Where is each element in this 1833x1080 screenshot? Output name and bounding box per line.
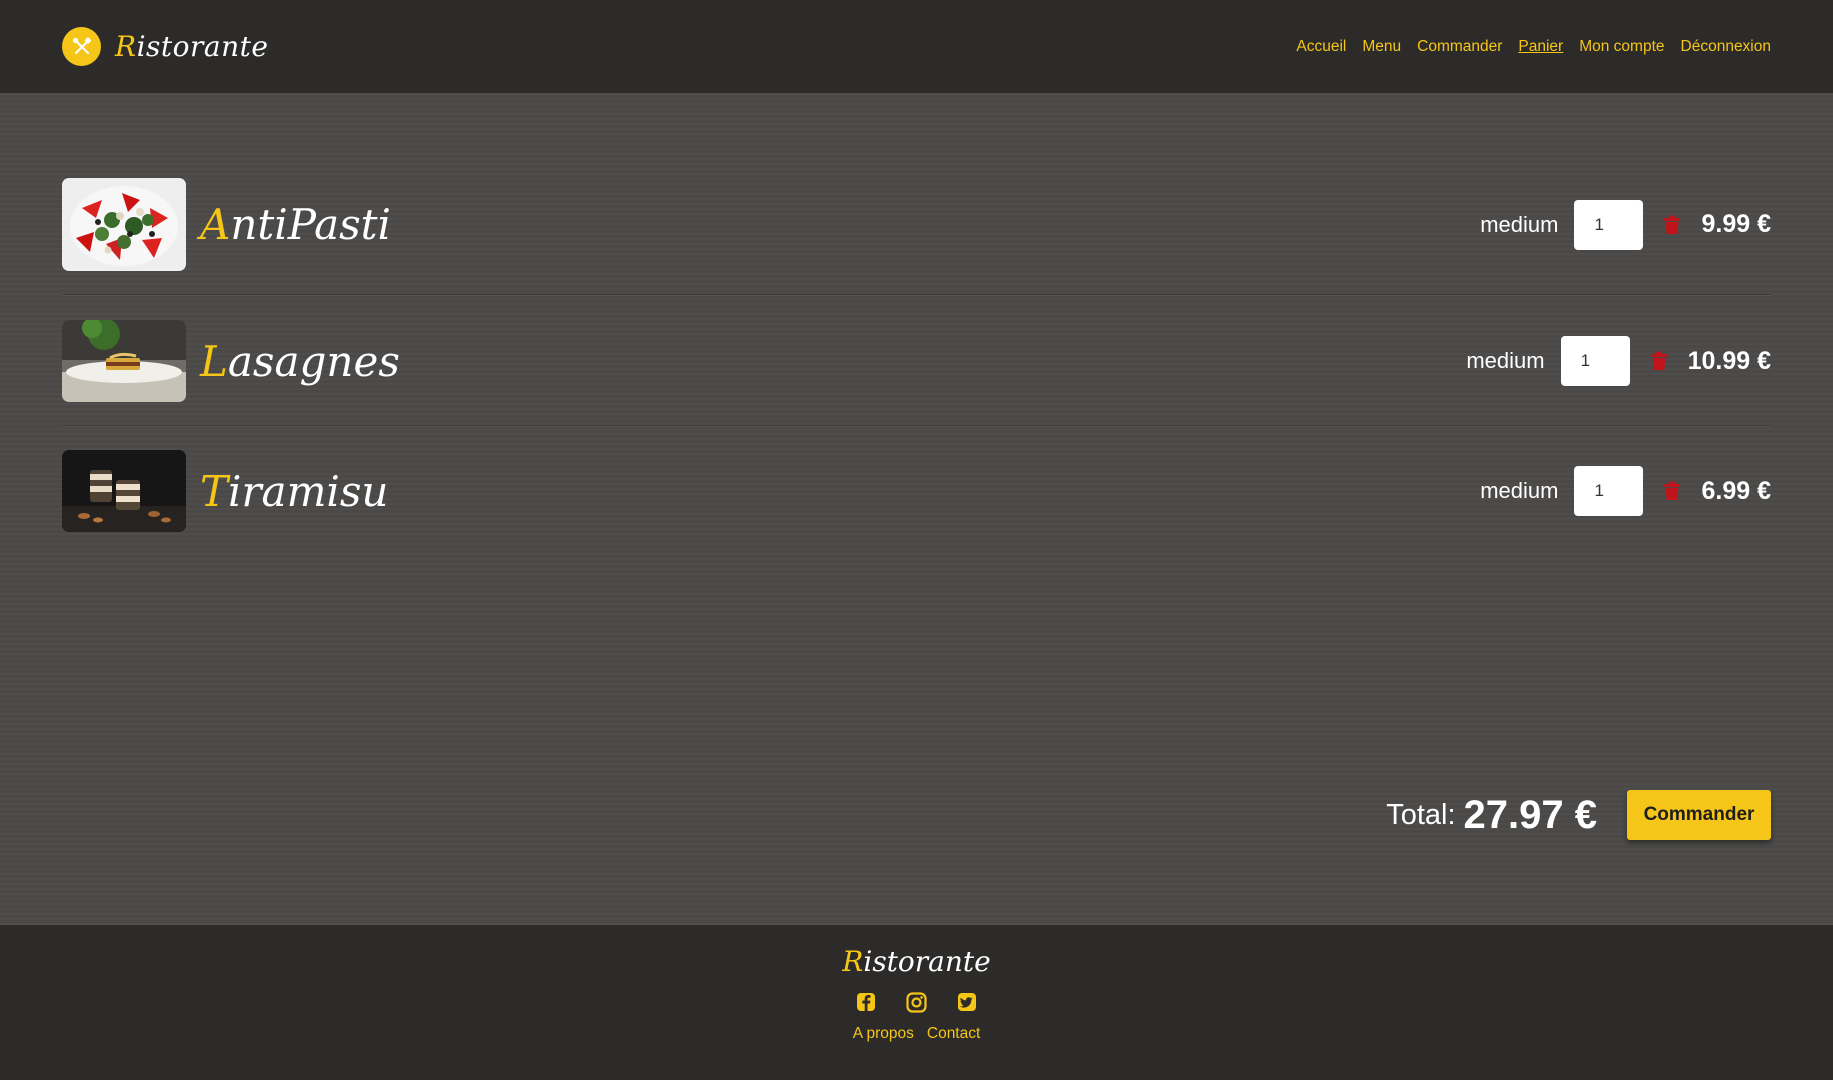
cart-item-name-initial: A [200,200,231,249]
site-header: Ristorante Accueil Menu Commander Panier… [0,0,1833,93]
instagram-icon[interactable] [906,992,927,1013]
nav-panier[interactable]: Panier [1518,38,1563,56]
cart-item-name-rest: asagnes [227,336,400,386]
cart-item-info: Lasagnes [62,320,400,402]
cart-item-price: 6.99 € [1701,476,1771,505]
footer-brand-initial: R [842,945,864,978]
trash-icon[interactable] [1650,351,1668,371]
cart-item-info: Tiramisu [62,450,388,532]
cart-item-name: Lasagnes [200,337,400,386]
cart-item: Lasagnes medium 10.99 € [62,320,1771,402]
cart-item-name-rest: iramisu [228,466,389,516]
facebook-icon[interactable] [856,992,876,1013]
cart-item-name: Tiramisu [200,467,388,516]
nav-menu[interactable]: Menu [1362,38,1401,56]
tiramisu-image [62,450,186,532]
total-label: Total: [1386,798,1456,831]
trash-icon[interactable] [1663,481,1681,501]
cart-item-name-rest: ntiPasti [230,200,391,249]
twitter-icon[interactable] [957,992,977,1013]
footer-links: A propos Contact [853,1025,981,1043]
nav-accueil[interactable]: Accueil [1296,38,1346,56]
cart-item: AntiPasti medium 9.99 € [62,178,1771,271]
cart-item-controls: medium 10.99 € [1466,336,1771,386]
cart-item-size: medium [1466,348,1545,373]
cart-item-price: 9.99 € [1701,210,1771,238]
antipasti-image [62,178,186,271]
cart-item-name-initial: T [200,466,229,516]
item-divider [62,294,1771,296]
order-button[interactable]: Commander [1627,790,1771,840]
brand[interactable]: Ristorante [62,27,268,66]
quantity-input[interactable] [1574,199,1644,250]
quantity-input[interactable] [1560,336,1630,386]
cart-item-controls: medium 9.99 € [1480,199,1771,250]
cart-item-size: medium [1480,211,1559,237]
cart-item-controls: medium 6.99 € [1480,466,1771,516]
item-divider [62,425,1771,427]
brand-name-initial: R [115,30,137,63]
site-footer: Ristorante A propos Contact [0,925,1833,1080]
footer-brand: Ristorante [842,945,990,978]
brand-name: Ristorante [115,30,268,63]
social-links [856,992,977,1013]
utensils-logo-icon [62,27,101,66]
nav-mon-compte[interactable]: Mon compte [1579,38,1664,56]
cart-item-name-initial: L [200,336,228,386]
lasagnes-image [62,320,186,402]
cart-total: Total: 27.97 € Commander [1386,790,1771,840]
footer-brand-rest: istorante [863,945,991,978]
footer-link-contact[interactable]: Contact [927,1025,980,1043]
quantity-input[interactable] [1574,466,1644,516]
cart-item-price: 10.99 € [1687,346,1771,375]
nav-deconnexion[interactable]: Déconnexion [1681,38,1771,56]
total-value: 27.97 € [1463,792,1597,837]
cart-item-info: AntiPasti [62,178,391,271]
cart-item-name: AntiPasti [200,200,391,249]
nav-commander[interactable]: Commander [1417,38,1502,56]
main-nav: Accueil Menu Commander Panier Mon compte… [1296,38,1771,56]
brand-name-rest: istorante [136,30,269,63]
cart-item-size: medium [1480,478,1559,503]
cart-section: AntiPasti medium 9.99 € [0,93,1833,925]
cart-item: Tiramisu medium 6.99 € [62,450,1771,532]
footer-link-a-propos[interactable]: A propos [853,1025,914,1043]
trash-icon[interactable] [1663,215,1681,235]
